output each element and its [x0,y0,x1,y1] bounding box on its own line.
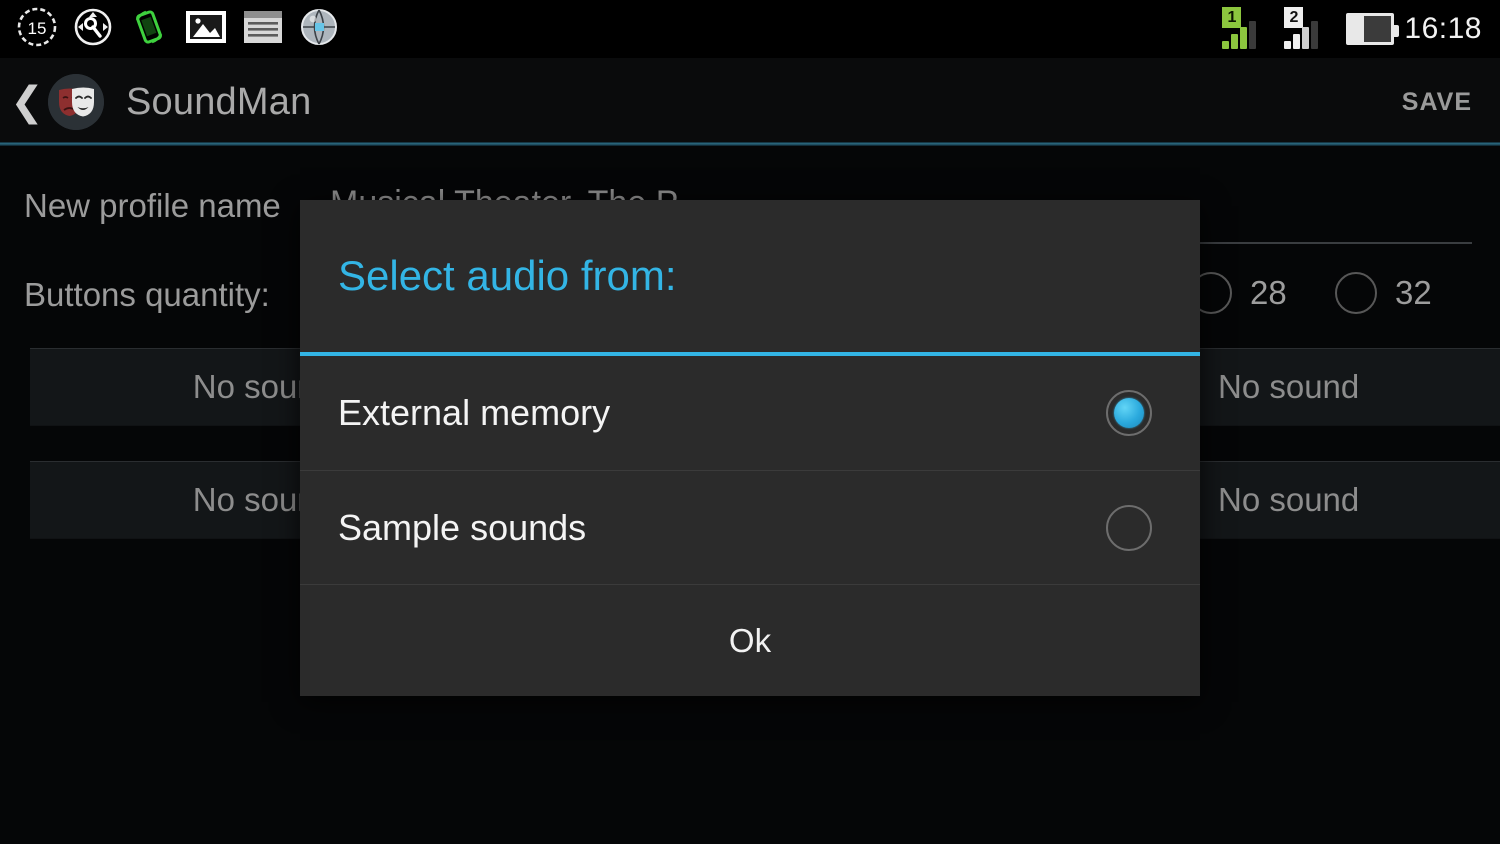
quantity-option-label: 32 [1395,274,1432,311]
radio-off-icon[interactable] [1335,272,1377,314]
dialog-title: Select audio from: [338,252,677,299]
sound-slot-label: No sound [1218,368,1360,405]
radio-on-icon[interactable] [1106,390,1152,436]
status-bar-system-icons: 1 2 16:18 [1222,7,1500,49]
dialog-option-external-memory[interactable]: External memory [300,356,1200,470]
quantity-option-28[interactable]: 28 [1190,272,1287,314]
action-bar: ❮ SoundMan SAVE [0,58,1500,146]
timer-15-label: 15 [28,19,47,38]
sim2-signal-bars [1284,21,1319,49]
status-bar: 15 1 2 16:18 [0,0,1500,58]
dialog-option-label: Sample sounds [338,506,587,548]
app-title: SoundMan [126,80,312,123]
battery-icon [1346,13,1400,45]
sound-slot-button[interactable]: No sound [1200,461,1500,539]
ok-button[interactable]: Ok [729,622,771,660]
browser-globe-icon [298,6,340,53]
dialog-header: Select audio from: [300,200,1200,356]
gallery-image-icon [184,8,228,51]
battery-fill [1349,16,1364,42]
quantity-option-label: 28 [1250,274,1287,311]
buttons-quantity-label: Buttons quantity: [24,276,270,313]
select-audio-dialog: Select audio from: External memory Sampl… [300,200,1200,696]
developer-wrench-icon [72,6,114,53]
phone-screen: 15 1 2 16:18 ❮ SoundMan SAVE New profile… [0,0,1500,844]
new-profile-name-label: New profile name [24,187,281,224]
sound-slot-button[interactable]: No sound [1200,348,1500,426]
sim2-signal-icon: 2 [1284,7,1336,49]
status-bar-clock: 16:18 [1404,12,1482,45]
status-bar-notification-icons: 15 [0,6,340,53]
rotate-device-icon [128,6,170,53]
back-navigation-icon[interactable]: ❮ [10,82,44,122]
radio-off-icon[interactable] [1106,504,1152,551]
quantity-option-32[interactable]: 32 [1335,272,1432,314]
sound-slot-label: No sound [1218,481,1360,518]
notes-list-icon [242,8,284,51]
sim1-signal-bars [1222,21,1257,49]
save-button[interactable]: SAVE [1402,88,1472,117]
dialog-option-sample-sounds[interactable]: Sample sounds [300,470,1200,584]
sim1-signal-icon: 1 [1222,7,1274,49]
theater-masks-icon [48,74,104,130]
dialog-option-label: External memory [338,392,611,433]
timer-15-icon: 15 [16,6,58,53]
dialog-footer: Ok [300,584,1200,696]
